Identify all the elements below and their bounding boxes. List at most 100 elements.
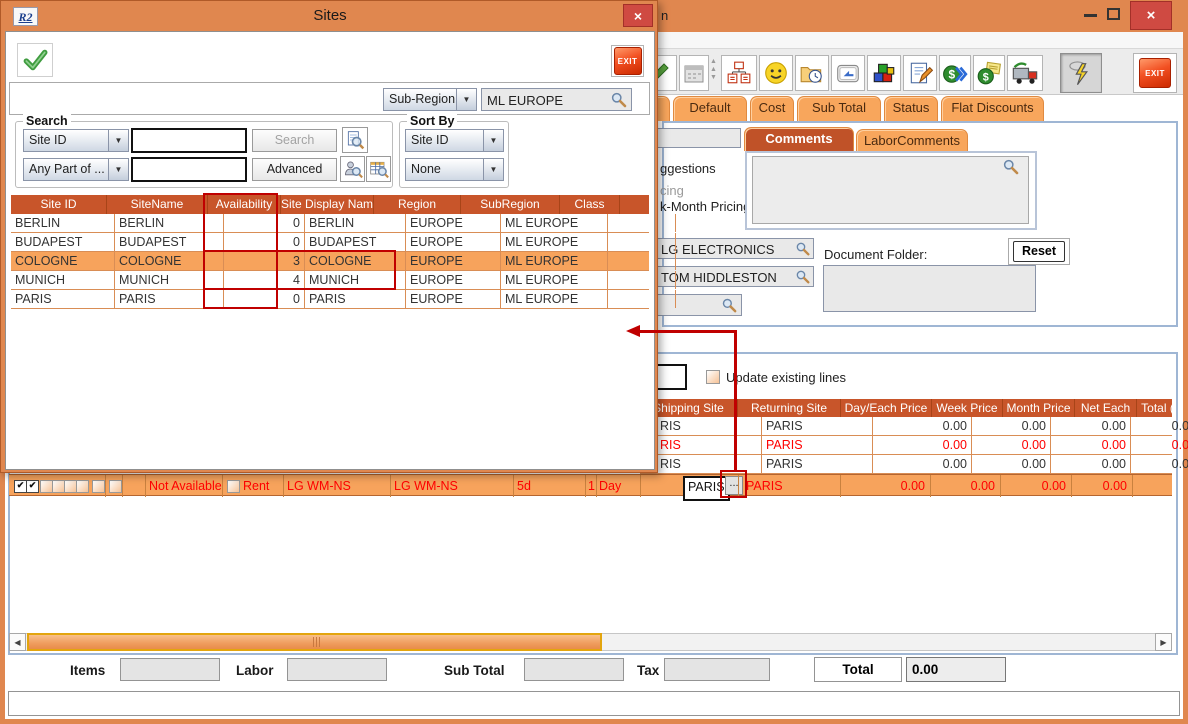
match-text-input[interactable] (131, 157, 247, 182)
col-class[interactable]: Class (560, 195, 620, 214)
search-field-dropdown[interactable]: Site ID▼ (23, 129, 129, 152)
org-chart-icon (726, 60, 752, 86)
calendar-button[interactable] (679, 55, 709, 91)
col-returning-site[interactable]: Returning Site (738, 399, 841, 417)
price-grid-row[interactable]: RIS PARIS 0.00 0.00 0.00 0.00 (640, 436, 1172, 455)
h-scrollbar-thumb[interactable] (27, 633, 602, 651)
minimize-button[interactable] (1084, 14, 1097, 17)
tab-labor-comments[interactable]: LaborComments (856, 129, 968, 151)
cell-site-id: PARIS (11, 290, 115, 308)
site-row-paris[interactable]: PARIS PARIS 0 PARIS EUROPE ML EUROPE (11, 290, 649, 309)
org-chart-button[interactable] (721, 55, 757, 91)
cell-class (608, 233, 676, 251)
lookup-search-icon[interactable] (721, 297, 738, 314)
tab-status[interactable]: Status (884, 96, 938, 121)
update-lines-checkbox[interactable] (706, 370, 720, 384)
partial-field[interactable] (656, 128, 741, 148)
update-lines-label: Update existing lines (726, 370, 846, 385)
filter-field-dropdown[interactable]: Sub-Region▼ (383, 88, 477, 111)
dialog-close-button[interactable]: × (623, 4, 653, 27)
money-note-button[interactable] (973, 55, 1005, 91)
main-window-title-fragment: n (661, 8, 668, 23)
customer-search-icon[interactable] (795, 241, 811, 257)
main-exit-button[interactable]: EXIT (1133, 53, 1177, 93)
document-folder-area[interactable] (823, 265, 1036, 312)
cell-class (608, 252, 676, 270)
partial-label-week-month-pricing: k-Month Pricing (660, 199, 750, 214)
quantity: 1 (570, 479, 595, 493)
cell-day-price: 0.00 (873, 436, 972, 454)
cell-month-price: 0.00 (1051, 455, 1131, 473)
col-week-price[interactable]: Week Price (932, 399, 1003, 417)
cell-region: EUROPE (406, 252, 501, 270)
tab-flat-discounts[interactable]: Flat Discounts (941, 96, 1044, 121)
cell-week-price: 0.00 (972, 417, 1051, 435)
item-code: LG WM-NS (287, 479, 351, 493)
col-day-each-price[interactable]: Day/Each Price (841, 399, 932, 417)
col-total[interactable]: Total ( (1137, 399, 1178, 417)
cube-stack-button[interactable] (867, 55, 901, 91)
dialog-title: Sites (1, 7, 659, 24)
filter-search-icon[interactable] (610, 91, 628, 109)
reset-button[interactable]: Reset (1013, 241, 1065, 262)
search-button[interactable]: Search (252, 129, 337, 152)
tab-cost[interactable]: Cost (750, 96, 794, 121)
tab-default[interactable]: Default (673, 96, 747, 121)
confirm-button[interactable] (17, 43, 53, 77)
keyboard-key-button[interactable] (831, 55, 865, 91)
money-transfer-button[interactable] (939, 55, 971, 91)
sort-secondary-dropdown[interactable]: None▼ (405, 158, 504, 181)
comments-search-icon[interactable] (1002, 158, 1020, 176)
match-mode-dropdown[interactable]: Any Part of ...▼ (23, 158, 129, 181)
comments-textarea[interactable] (752, 156, 1029, 224)
delivery-truck-button[interactable] (1007, 55, 1043, 91)
line-checkbox[interactable] (92, 480, 105, 493)
col-site-name[interactable]: SiteName (107, 195, 208, 214)
dialog-exit-label: EXIT (614, 47, 642, 75)
filter-search-input[interactable]: ML EUROPE (481, 88, 632, 111)
col-site-id[interactable]: Site ID (11, 195, 107, 214)
tab-comments[interactable]: Comments (744, 127, 854, 151)
advanced-button[interactable]: Advanced (252, 158, 337, 181)
line-checkbox[interactable] (227, 480, 240, 493)
filter-field-value: Sub-Region (383, 88, 457, 111)
maximize-button[interactable] (1107, 8, 1120, 20)
line-checkbox-checked[interactable]: ✔ (26, 480, 39, 493)
selected-line-row[interactable]: ✔ ✔ Not Available Rent LG WM-NS LG WM-NS… (9, 474, 1172, 496)
col-net-each[interactable]: Net Each (1075, 399, 1137, 417)
line-checkbox[interactable] (109, 480, 122, 493)
unit: Day (599, 479, 621, 493)
cell-class (608, 271, 676, 289)
cell-returning: PARIS (762, 436, 873, 454)
smiley-button[interactable] (759, 55, 793, 91)
search-text-input[interactable] (131, 128, 247, 153)
notepad-edit-button[interactable] (903, 55, 937, 91)
sort-primary-dropdown[interactable]: Site ID▼ (405, 129, 504, 152)
price-grid-row[interactable]: RIS PARIS 0.00 0.00 0.00 0.00 (640, 417, 1172, 436)
search-groupbox-title: Search (23, 114, 71, 128)
col-subregion[interactable]: SubRegion (461, 195, 560, 214)
contact-search-icon[interactable] (795, 269, 811, 285)
scroll-right-button[interactable]: ▶ (1155, 633, 1172, 651)
delivery-truck-icon (1011, 59, 1039, 87)
person-search-button[interactable] (340, 156, 365, 182)
cell-net-each: 0.00 (1131, 436, 1188, 454)
tab-sub-total[interactable]: Sub Total (797, 96, 881, 121)
folder-clock-button[interactable] (795, 55, 829, 91)
col-month-price[interactable]: Month Price (1003, 399, 1075, 417)
scroll-left-button[interactable]: ◀ (9, 633, 26, 651)
main-close-button[interactable]: × (1130, 1, 1172, 30)
doc-search-icon (345, 130, 365, 150)
filter-search-value: ML EUROPE (487, 93, 563, 108)
quick-search-button[interactable] (342, 127, 368, 153)
dialog-exit-button[interactable]: EXIT (611, 45, 644, 77)
line-checkbox[interactable] (76, 480, 89, 493)
col-region[interactable]: Region (374, 195, 461, 214)
site-row-berlin[interactable]: BERLIN BERLIN 0 BERLIN EUROPE ML EUROPE (11, 214, 649, 233)
month-price: 0.00 (1000, 479, 1066, 493)
cell-month-price: 0.00 (1051, 417, 1131, 435)
grid-search-button[interactable] (366, 156, 391, 182)
lightning-button[interactable] (1060, 53, 1102, 93)
calendar-spinner[interactable]: ▲▲▼ (709, 58, 718, 88)
col-site-display-name[interactable]: Site Display Name (281, 195, 374, 214)
